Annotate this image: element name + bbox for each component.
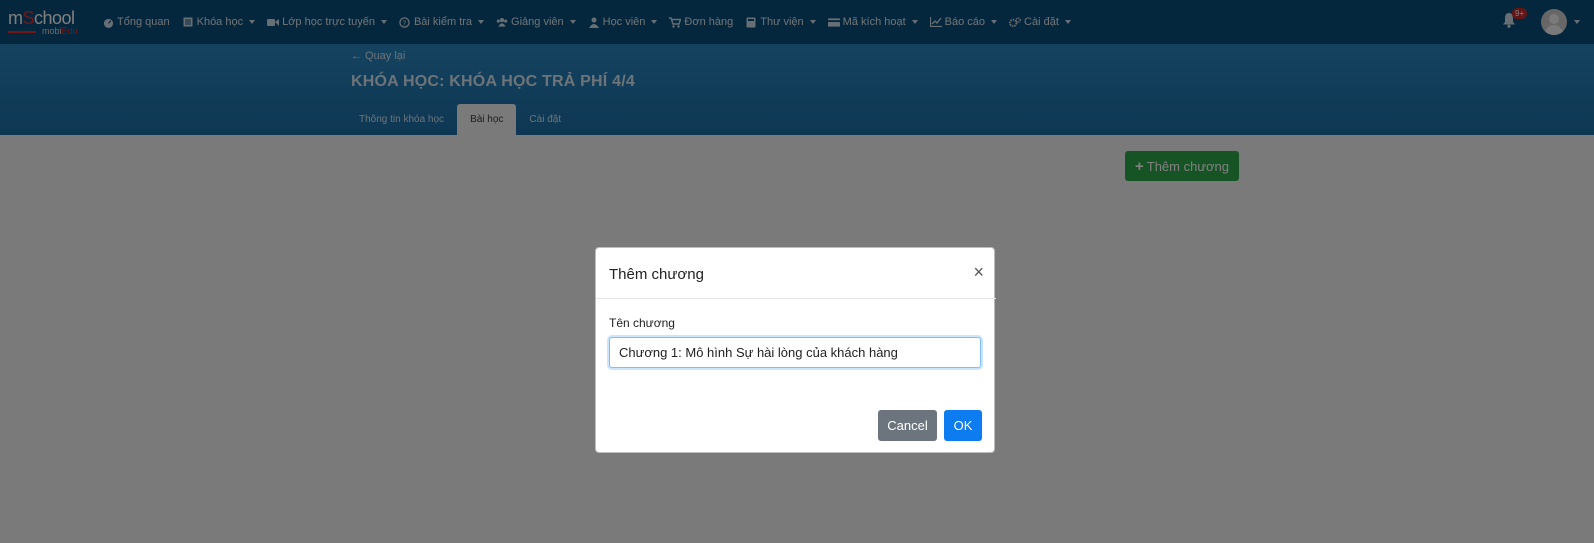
modal-title: Thêm chương — [609, 266, 704, 283]
cancel-button[interactable]: Cancel — [878, 410, 937, 441]
modal-header: Thêm chương × — [596, 248, 996, 299]
chapter-name-label: Tên chương — [609, 316, 675, 330]
close-icon[interactable]: × — [973, 262, 984, 283]
chapter-name-input[interactable] — [609, 337, 981, 368]
ok-button[interactable]: OK — [944, 410, 982, 441]
add-chapter-modal: Thêm chương × Tên chương Cancel OK — [595, 247, 996, 453]
